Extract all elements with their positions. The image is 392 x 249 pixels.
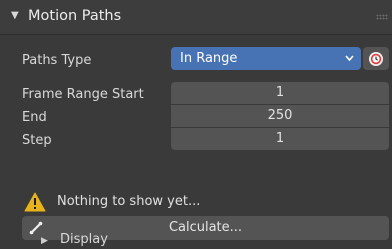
drag-grip-icon[interactable] (376, 14, 388, 20)
frame-range-start-field[interactable]: 1 (171, 82, 389, 104)
frame-step-label: Step (22, 133, 52, 148)
clock-icon[interactable] (363, 47, 389, 70)
triangle-right-icon[interactable]: ▶ (41, 236, 48, 246)
frame-range-start-label: Frame Range Start (22, 87, 144, 102)
frame-range-end-label: End (22, 110, 47, 125)
frame-range-end-field[interactable]: 250 (171, 105, 389, 127)
paths-type-label: Paths Type (22, 53, 92, 68)
triangle-down-icon[interactable]: ▼ (11, 10, 19, 21)
paths-type-value: In Range (180, 51, 238, 66)
display-subpanel-title: Display (60, 232, 108, 247)
motion-paths-panel-header[interactable]: ▼ Motion Paths (0, 0, 392, 35)
panel-title: Motion Paths (28, 8, 122, 24)
bone-icon (28, 220, 44, 236)
warning-icon (24, 192, 46, 216)
frame-step-field[interactable]: 1 (171, 128, 389, 150)
calculate-label: Calculate... (168, 220, 243, 235)
chevron-down-icon (344, 47, 355, 78)
warning-text: Nothing to show yet... (57, 194, 201, 209)
paths-type-dropdown[interactable]: In Range (171, 47, 361, 70)
